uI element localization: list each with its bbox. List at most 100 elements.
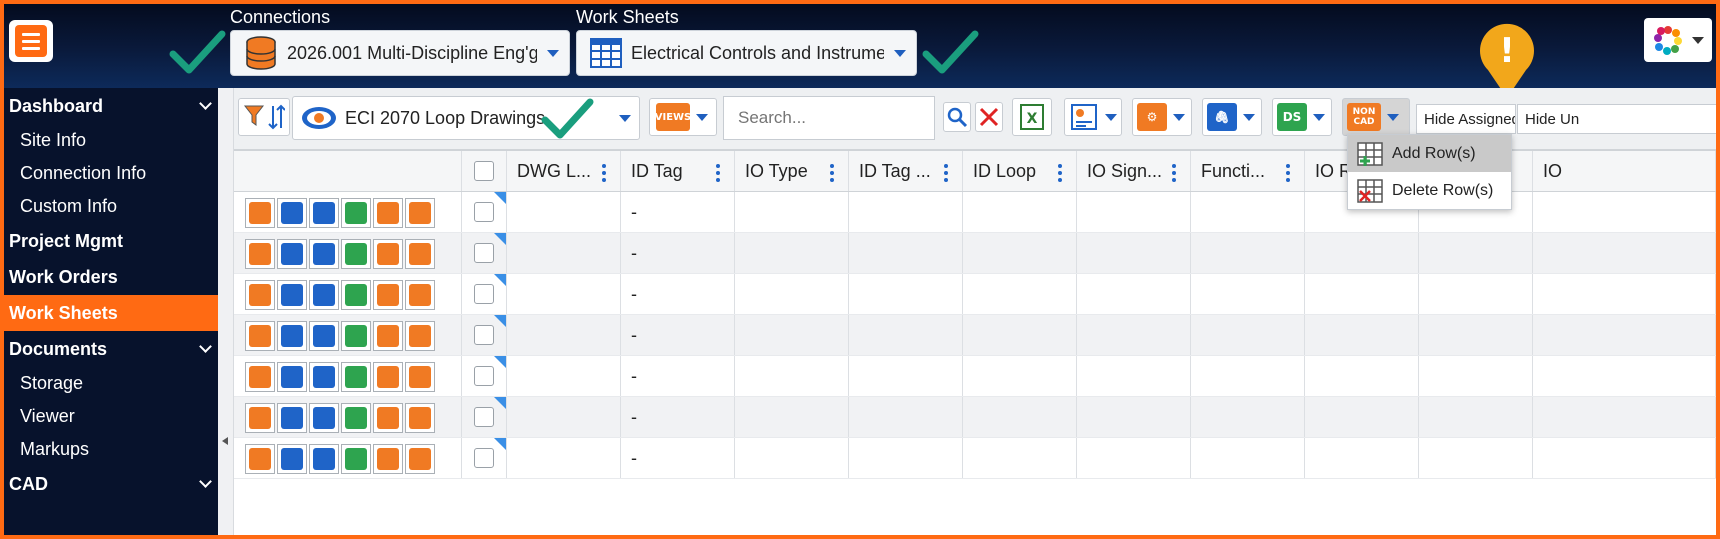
table-cell[interactable]	[1533, 438, 1716, 478]
table-cell[interactable]	[849, 438, 963, 478]
table-cell[interactable]	[1533, 233, 1716, 273]
column-header[interactable]: ID Loop	[963, 151, 1077, 191]
column-menu-icon[interactable]	[1058, 164, 1062, 182]
table-cell[interactable]: -	[621, 397, 735, 437]
table-cell[interactable]	[735, 192, 849, 232]
table-cell[interactable]	[1533, 274, 1716, 314]
table-cell[interactable]	[849, 356, 963, 396]
table-cell[interactable]: -	[621, 192, 735, 232]
table-cell[interactable]	[1191, 233, 1305, 273]
table-cell[interactable]: -	[621, 315, 735, 355]
column-menu-icon[interactable]	[716, 164, 720, 182]
search-field[interactable]	[723, 96, 935, 140]
search-input[interactable]	[738, 97, 920, 139]
table-cell[interactable]: -	[621, 356, 735, 396]
views-button[interactable]: VIEWS	[649, 98, 717, 136]
report-button[interactable]	[1064, 98, 1122, 136]
nav-storage[interactable]: Storage	[4, 367, 218, 400]
table-cell[interactable]	[849, 397, 963, 437]
column-header[interactable]: IO Type	[735, 151, 849, 191]
table-cell[interactable]	[1419, 274, 1533, 314]
row-checkbox[interactable]	[474, 243, 494, 263]
table-cell[interactable]	[1305, 356, 1419, 396]
nav-connection-info[interactable]: Connection Info	[4, 157, 218, 190]
nav-dashboard[interactable]: Dashboard	[4, 88, 218, 124]
nav-work-sheets[interactable]: Work Sheets	[4, 295, 218, 331]
table-cell[interactable]	[963, 274, 1077, 314]
clear-search-button[interactable]	[975, 102, 1003, 132]
nav-markups[interactable]: Markups	[4, 433, 218, 466]
table-cell[interactable]	[1419, 397, 1533, 437]
table-cell[interactable]	[735, 233, 849, 273]
nav-project-mgmt[interactable]: Project Mgmt	[4, 223, 218, 259]
table-cell[interactable]	[1305, 438, 1419, 478]
datasheet-button[interactable]: DS	[1272, 98, 1332, 136]
table-cell[interactable]	[735, 274, 849, 314]
table-cell[interactable]	[1191, 438, 1305, 478]
table-cell[interactable]	[1077, 274, 1191, 314]
table-cell[interactable]	[1305, 315, 1419, 355]
user-menu-button[interactable]	[1644, 18, 1712, 62]
column-header[interactable]: IO	[1533, 151, 1716, 191]
row-checkbox[interactable]	[474, 325, 494, 345]
worksheet-select[interactable]: Electrical Controls and Instrume...	[576, 30, 917, 76]
table-cell[interactable]	[963, 397, 1077, 437]
table-cell[interactable]	[1533, 397, 1716, 437]
export-excel-button[interactable]: X	[1012, 98, 1052, 136]
table-cell[interactable]	[1191, 315, 1305, 355]
column-header[interactable]: ID Tag ...	[849, 151, 963, 191]
table-cell[interactable]	[1077, 315, 1191, 355]
nav-work-orders[interactable]: Work Orders	[4, 259, 218, 295]
table-cell[interactable]	[849, 192, 963, 232]
table-cell[interactable]	[1191, 274, 1305, 314]
app-menu-button[interactable]	[9, 20, 53, 62]
table-cell[interactable]	[963, 315, 1077, 355]
table-cell[interactable]	[1077, 397, 1191, 437]
table-cell[interactable]	[1305, 274, 1419, 314]
nav-cad[interactable]: CAD	[4, 466, 218, 502]
column-header[interactable]: Functi...	[1191, 151, 1305, 191]
column-menu-icon[interactable]	[602, 164, 606, 182]
nav-site-info[interactable]: Site Info	[4, 124, 218, 157]
noncad-button[interactable]: NON CAD	[1342, 98, 1410, 136]
delete-rows-menu-item[interactable]: Delete Row(s)	[1348, 172, 1511, 209]
column-header[interactable]: DWG L...	[507, 151, 621, 191]
table-cell[interactable]	[963, 356, 1077, 396]
table-cell[interactable]	[1305, 233, 1419, 273]
table-cell[interactable]	[849, 274, 963, 314]
row-checkbox[interactable]	[474, 448, 494, 468]
table-cell[interactable]	[735, 356, 849, 396]
attachment-button[interactable]: 🖇	[1202, 98, 1262, 136]
table-cell[interactable]	[735, 438, 849, 478]
table-cell[interactable]	[963, 192, 1077, 232]
table-cell[interactable]	[963, 438, 1077, 478]
row-checkbox[interactable]	[474, 366, 494, 386]
filter-sort-button[interactable]	[238, 98, 290, 136]
table-cell[interactable]	[1077, 192, 1191, 232]
column-header[interactable]: IO Sign...	[1077, 151, 1191, 191]
table-cell[interactable]	[507, 356, 621, 396]
table-cell[interactable]	[1305, 397, 1419, 437]
table-cell[interactable]	[1077, 356, 1191, 396]
table-cell[interactable]	[1191, 397, 1305, 437]
column-menu-icon[interactable]	[830, 164, 834, 182]
select-all-checkbox[interactable]	[474, 161, 494, 181]
table-cell[interactable]	[507, 438, 621, 478]
add-rows-menu-item[interactable]: Add Row(s)	[1348, 135, 1511, 172]
column-menu-icon[interactable]	[1286, 164, 1290, 182]
table-cell[interactable]	[507, 274, 621, 314]
row-checkbox[interactable]	[474, 202, 494, 222]
search-button[interactable]	[943, 102, 971, 132]
column-header[interactable]: ID Tag	[621, 151, 735, 191]
table-cell[interactable]	[963, 233, 1077, 273]
connection-select[interactable]: 2026.001 Multi-Discipline Eng'g a...	[230, 30, 570, 76]
hide-assigned-button[interactable]: Hide Assigned	[1416, 104, 1516, 134]
row-checkbox[interactable]	[474, 284, 494, 304]
nav-custom-info[interactable]: Custom Info	[4, 190, 218, 223]
table-cell[interactable]	[1191, 356, 1305, 396]
table-cell[interactable]	[1533, 315, 1716, 355]
table-cell[interactable]	[1419, 356, 1533, 396]
nav-viewer[interactable]: Viewer	[4, 400, 218, 433]
table-cell[interactable]	[849, 315, 963, 355]
sidebar-collapse-handle[interactable]	[218, 88, 234, 535]
